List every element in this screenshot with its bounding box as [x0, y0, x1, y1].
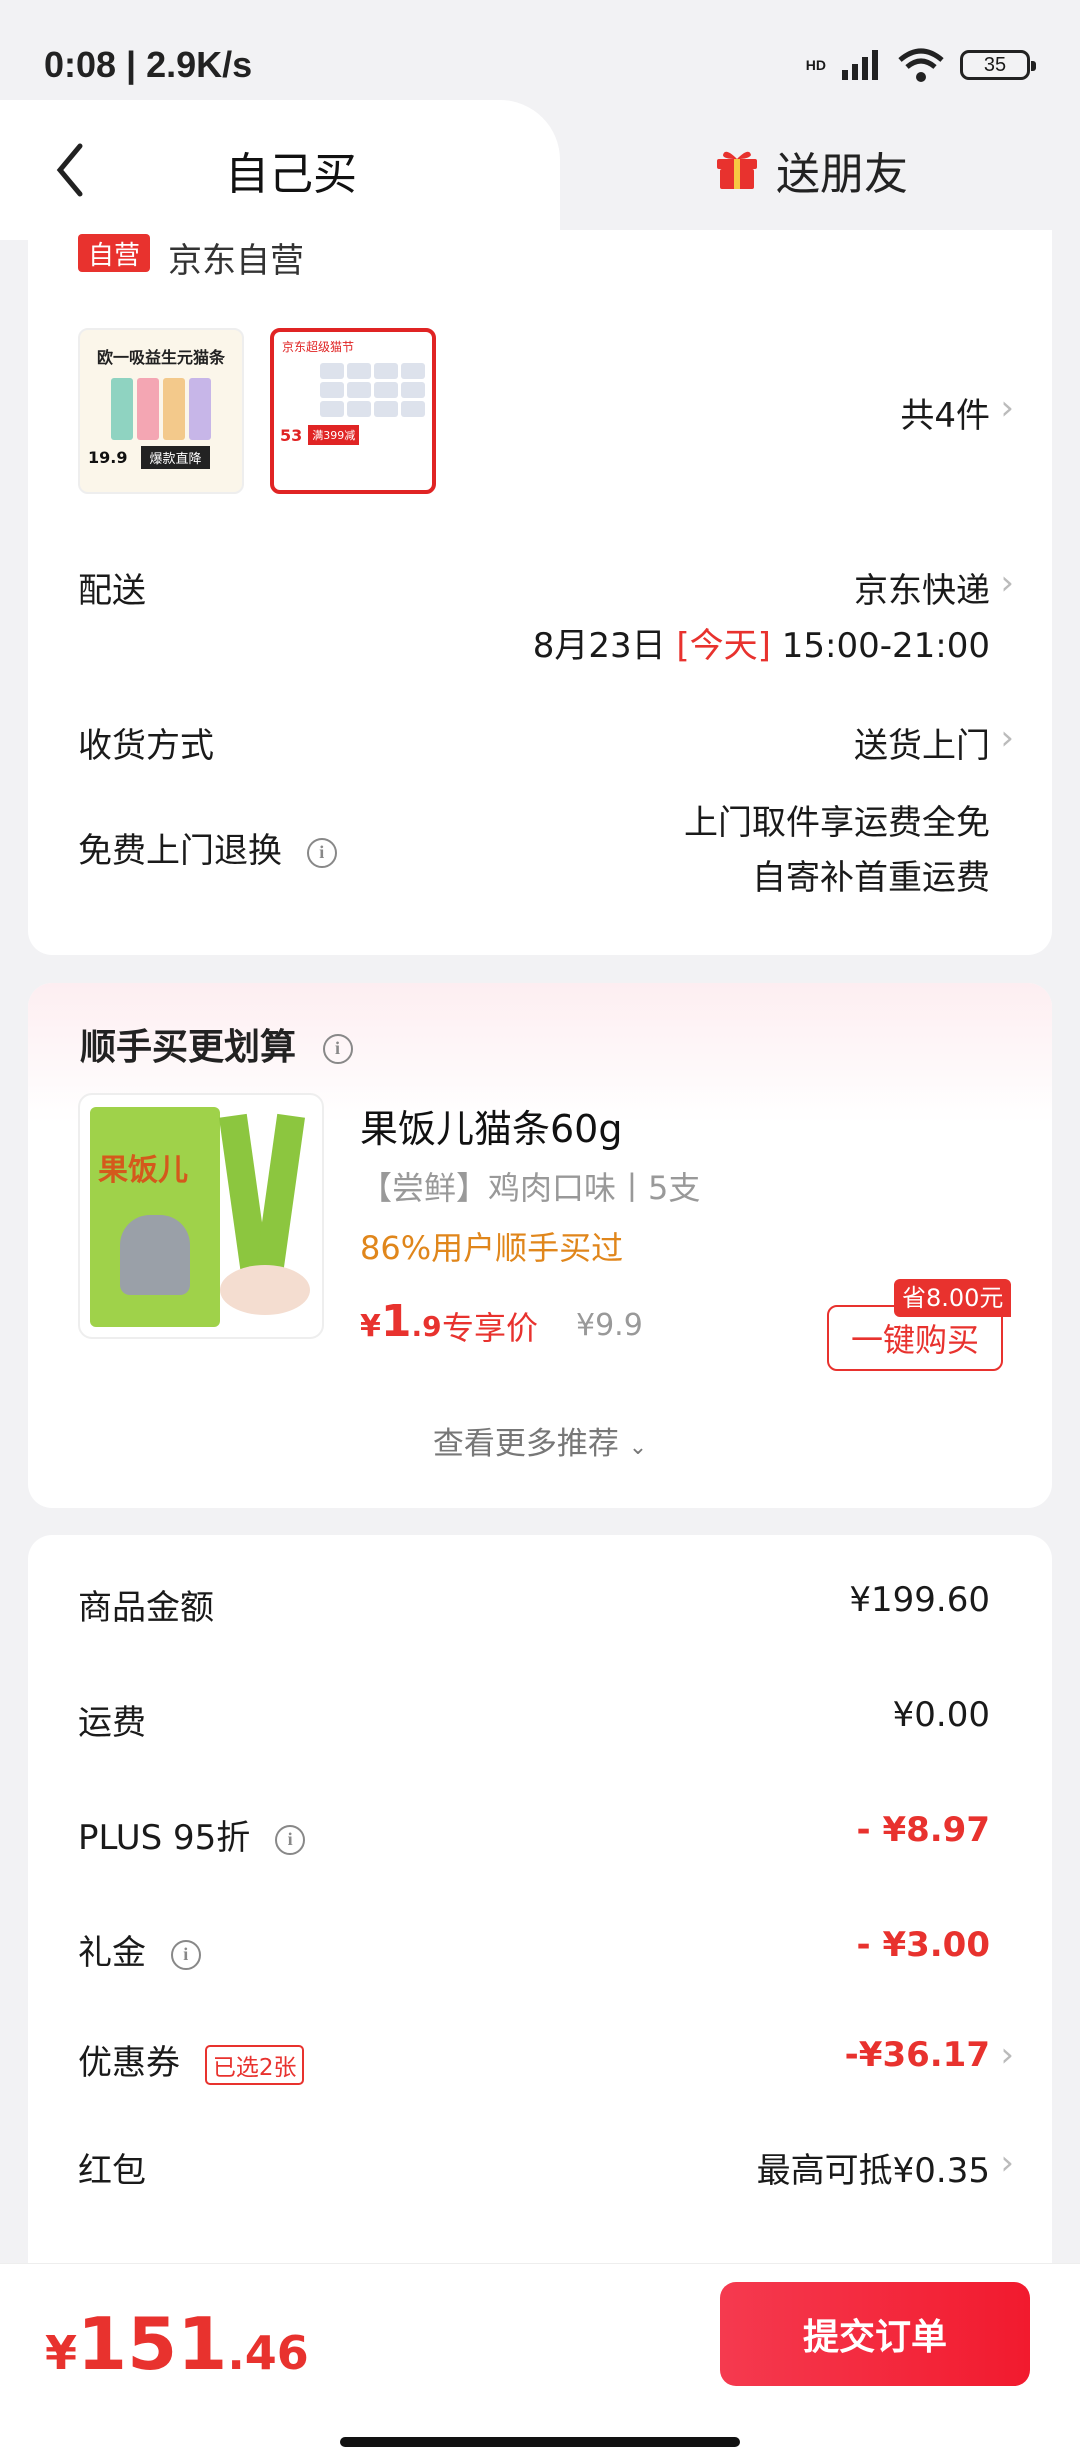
status-time: 0:08 | 2.9K/s [44, 44, 253, 85]
recommend-product-spec: 【尝鲜】鸡肉口味丨5支 [360, 1169, 701, 1207]
thumb-2-promo: 满399减 [308, 425, 360, 445]
submit-order-button[interactable]: 提交订单 [720, 2282, 1030, 2386]
receive-chevron-icon[interactable]: › [1000, 718, 1014, 758]
fee-shipping-label: 运费 [78, 1703, 146, 1743]
fee-redpacket-value[interactable]: 最高可抵¥0.35 [757, 2143, 990, 2192]
recommend-card: 顺手买更划算 i 果饭儿 果饭儿猫条60g 【尝鲜】鸡肉口味丨5支 86%用户顺… [28, 983, 1052, 1508]
delivery-window: 15:00-21:00 [781, 626, 990, 666]
delivery-label: 配送 [78, 571, 146, 611]
recommend-product-name[interactable]: 果饭儿猫条60g [360, 1098, 622, 1153]
recommend-info-icon[interactable]: i [322, 1034, 353, 1064]
network-label: HD [805, 57, 826, 73]
tab-self-buy[interactable]: 自己买 [0, 100, 560, 240]
wifi-icon [898, 48, 944, 82]
item-count[interactable]: 共4件 [900, 388, 990, 437]
more-recommend-link[interactable]: 查看更多推荐 ⌄ [28, 1418, 1052, 1463]
fee-coupon-label: 优惠券 已选2张 [78, 2035, 305, 2085]
signal-icon [842, 50, 878, 80]
gift-info-icon[interactable]: i [170, 1939, 201, 1970]
plus-info-icon[interactable]: i [275, 1824, 306, 1855]
fee-coupon-value[interactable]: -¥36.17 [845, 2035, 990, 2075]
battery-icon: 35 [960, 50, 1036, 80]
fee-goods-value: ¥199.60 [849, 1580, 990, 1620]
tab-self-label: 自己买 [225, 149, 357, 200]
recommend-title-text: 顺手买更划算 [80, 1027, 297, 1068]
recommend-buy-stat: 86%用户顺手买过 [360, 1229, 624, 1267]
receive-method-label: 收货方式 [78, 726, 214, 766]
store-name: 京东自营 [168, 241, 304, 281]
fee-coupon-text: 优惠券 [78, 2043, 180, 2083]
battery-level: 35 [983, 53, 1007, 76]
order-total: ¥151.46 [45, 2302, 309, 2386]
recommend-price: ¥1.9 [360, 1296, 442, 1347]
fee-shipping-value: ¥0.00 [892, 1695, 990, 1735]
redpacket-chevron-icon[interactable]: › [1000, 2143, 1014, 2183]
free-return-line1: 上门取件享运费全免 [684, 803, 990, 843]
save-amount-badge: 省8.00元 [894, 1279, 1012, 1317]
purchase-mode-tabs: 送朋友 自己买 [0, 100, 1080, 240]
more-recommend-text: 查看更多推荐 [432, 1426, 619, 1462]
item-count-chevron-icon[interactable]: › [1000, 388, 1014, 428]
fee-plus-value: - ¥8.97 [856, 1810, 991, 1850]
recommend-price-label: 专享价 [442, 1309, 539, 1347]
tab-friend-label: 送朋友 [776, 149, 908, 200]
fee-gift-label: 礼金 i [78, 1925, 201, 1974]
recommend-title: 顺手买更划算 i [80, 1018, 353, 1070]
thumb-2-caption: 京东超级猫节 [282, 340, 355, 354]
self-operated-badge: 自营 [78, 234, 150, 272]
delivery-carrier[interactable]: 京东快递 [854, 563, 990, 612]
receive-method-value[interactable]: 送货上门 [854, 718, 990, 767]
delivery-date: 8月23日 [532, 626, 666, 666]
fee-summary-card: 商品金额 ¥199.60 运费 ¥0.00 PLUS 95折 i - ¥8.97… [28, 1535, 1052, 2295]
fee-gift-text: 礼金 [78, 1933, 146, 1973]
recommend-product-image[interactable]: 果饭儿 [78, 1093, 324, 1339]
fee-plus-text: PLUS 95折 [78, 1818, 251, 1858]
recommend-price-currency: ¥ [360, 1309, 381, 1344]
status-icons: HD 35 [805, 48, 1036, 82]
recommend-image-text: 果饭儿 [98, 1153, 188, 1188]
fee-gift-value: - ¥3.00 [856, 1925, 991, 1965]
recommend-price-int: 1 [380, 1296, 412, 1347]
tab-send-friend[interactable]: 送朋友 [540, 100, 1080, 235]
thumb-1-tag: 爆款直降 [141, 446, 210, 469]
product-thumb-1[interactable]: 欧一吸益生元猫条 19.9 爆款直降 [78, 328, 244, 494]
recommend-price-dec: .9 [411, 1310, 442, 1343]
gift-icon [717, 151, 757, 189]
checkout-bar: ¥151.46 提交订单 [0, 2263, 1080, 2460]
order-info-card: 自营 京东自营 欧一吸益生元猫条 19.9 爆款直降 京东超级猫节 53 满39… [28, 230, 1052, 955]
free-return-text: 免费上门退换 [78, 831, 282, 871]
fee-redpacket-label: 红包 [78, 2151, 146, 2191]
thumb-2-price: 53 [280, 425, 303, 445]
total-currency: ¥ [45, 2326, 78, 2380]
back-icon[interactable] [50, 140, 90, 200]
coupon-chevron-icon[interactable]: › [1000, 2035, 1014, 2075]
total-int: 151 [77, 2302, 228, 2386]
total-dec: .46 [227, 2326, 309, 2380]
fee-plus-label: PLUS 95折 i [78, 1810, 306, 1859]
home-indicator[interactable] [340, 2437, 740, 2447]
thumb-1-price: 19.9 [88, 448, 128, 467]
info-icon[interactable]: i [306, 837, 337, 868]
free-return-line2: 自寄补首重运费 [752, 858, 990, 898]
delivery-chevron-icon[interactable]: › [1000, 563, 1014, 603]
recommend-original-price: ¥9.9 [576, 1308, 643, 1343]
chevron-down-icon: ⌄ [628, 1435, 648, 1460]
thumb-1-caption: 欧一吸益生元猫条 [96, 348, 225, 367]
free-return-label: 免费上门退换 i [78, 823, 337, 872]
delivery-today: [今天] [676, 626, 771, 666]
delivery-time: 8月23日 [今天] 15:00-21:00 [533, 618, 990, 667]
product-thumb-2[interactable]: 京东超级猫节 53 满399减 [270, 328, 436, 494]
fee-goods-label: 商品金额 [78, 1588, 214, 1628]
coupon-selected-tag: 已选2张 [204, 2044, 305, 2085]
